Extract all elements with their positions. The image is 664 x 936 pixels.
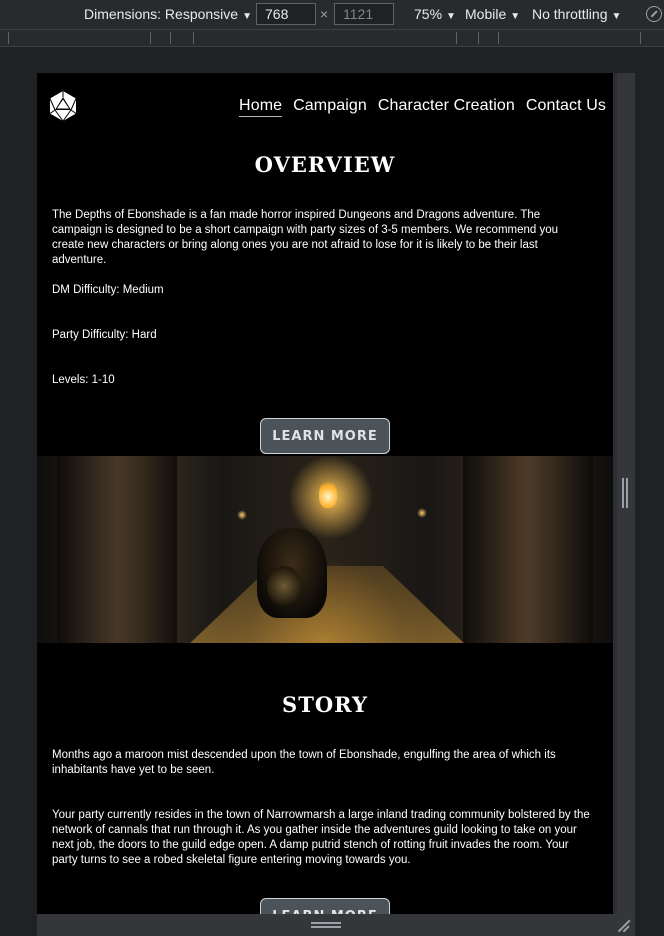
levels: Levels: 1-10 <box>52 374 115 386</box>
chevron-down-icon: ▼ <box>611 11 622 22</box>
story-paragraph-2: Your party currently resides in the town… <box>52 809 590 866</box>
emulated-viewport: Home Campaign Character Creation Contact… <box>37 73 613 914</box>
devtools-device-toolbar: Dimensions: Responsive ▼ 768 × 1121 75% ▼ … <box>0 0 664 29</box>
party-difficulty: Party Difficulty: Hard <box>52 329 157 341</box>
width-input[interactable]: 768 <box>256 3 316 25</box>
nav-home[interactable]: Home <box>239 97 283 117</box>
device-type-label: Mobile <box>465 6 507 22</box>
hero-image <box>37 456 613 643</box>
dm-difficulty: DM Difficulty: Medium <box>52 284 164 296</box>
zoom-dropdown[interactable]: 75% ▼ <box>414 6 456 22</box>
times-separator: × <box>320 6 329 22</box>
resize-grip-right-icon <box>622 478 628 508</box>
dimensions-label: Dimensions: Responsive <box>84 6 239 22</box>
main-nav: Home Campaign Character Creation Contact… <box>239 97 606 117</box>
chevron-down-icon: ▼ <box>510 11 521 22</box>
throttling-label: No throttling <box>532 6 608 22</box>
device-type-dropdown[interactable]: Mobile ▼ <box>465 6 520 22</box>
torch-flame <box>319 480 337 508</box>
chevron-down-icon: ▼ <box>242 11 252 22</box>
media-query-ruler <box>0 29 664 47</box>
zoom-label: 75% <box>414 6 443 22</box>
resize-grip-bottom-icon <box>311 922 341 928</box>
overview-title: OVERVIEW <box>254 152 396 177</box>
chevron-down-icon: ▼ <box>446 11 456 22</box>
overview-learn-more-button[interactable]: LEARN MORE <box>260 418 390 454</box>
story-learn-more-button[interactable]: LEARN MORE <box>260 898 390 914</box>
height-input[interactable]: 1121 <box>334 3 394 25</box>
overview-intro: The Depths of Ebonshade is a fan made ho… <box>52 209 559 266</box>
throttling-dropdown[interactable]: No throttling ▼ <box>532 6 621 22</box>
story-title: STORY <box>282 692 368 717</box>
nav-contact-us[interactable]: Contact Us <box>526 97 606 117</box>
resize-corner-icon[interactable] <box>617 918 631 932</box>
nav-campaign[interactable]: Campaign <box>293 97 367 117</box>
dimensions-dropdown[interactable]: Dimensions: Responsive ▼ <box>84 6 252 22</box>
nav-character-creation[interactable]: Character Creation <box>378 97 515 117</box>
story-paragraph-1: Months ago a maroon mist descended upon … <box>52 749 556 776</box>
rotate-icon[interactable] <box>646 6 662 22</box>
d20-logo-icon[interactable] <box>47 90 79 122</box>
